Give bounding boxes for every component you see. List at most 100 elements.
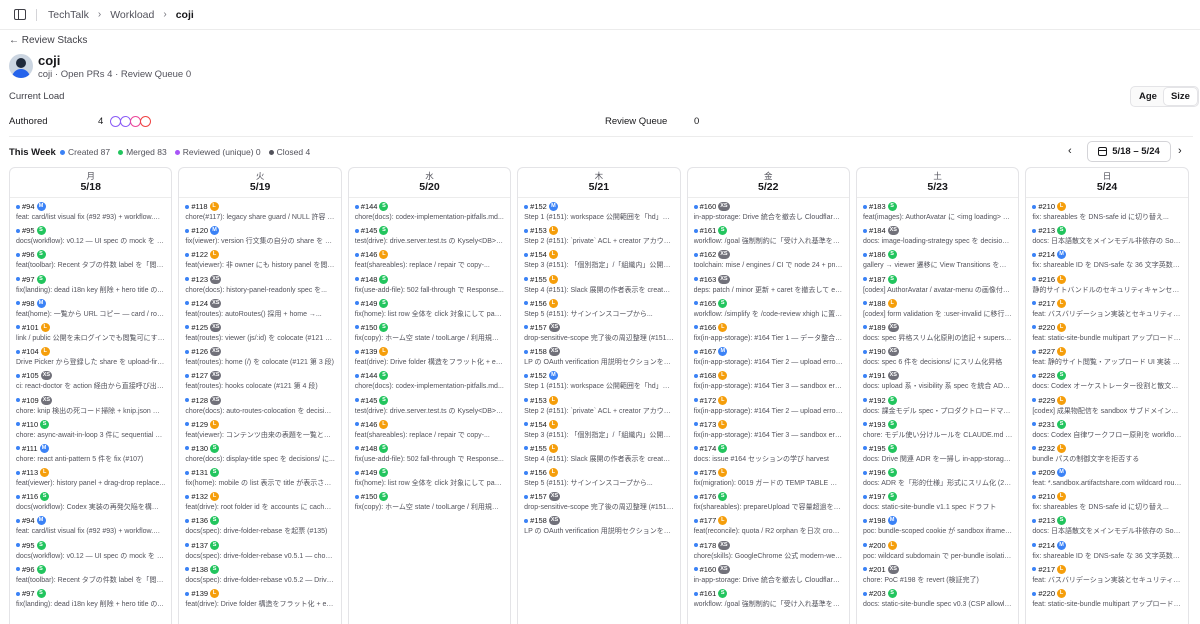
pr-number[interactable]: #178 [700, 541, 717, 550]
pr-item[interactable]: #158 XS LP の OAuth verification 用説明セクションを撤… [524, 346, 674, 370]
pr-item[interactable]: #157 XS drop-sensitive-scope 完了後の周辺整理 (#15… [524, 322, 674, 346]
pr-item[interactable]: #125 XS feat(routes): viewer (js/:id) を co… [185, 322, 335, 346]
pr-item[interactable]: #149 Sfix(home): list row 全体を click 対象にして… [354, 467, 504, 491]
sort-size-button[interactable]: Size [1163, 88, 1197, 105]
pr-number[interactable]: #144 [361, 371, 378, 380]
pr-item[interactable]: #197 Sdocs: static-site-bundle v1.1 spec … [862, 491, 1012, 515]
pr-number[interactable]: #193 [869, 420, 886, 429]
pr-item[interactable]: #162 XS toolchain: mise / engines / CI で n… [693, 249, 843, 273]
pr-number[interactable]: #95 [22, 541, 35, 550]
pr-item[interactable]: #122 Lfeat(viewer): 非 owner にも history pa… [185, 249, 335, 273]
pr-item[interactable]: #157 XS drop-sensitive-scope 完了後の周辺整理 (#15… [524, 491, 674, 515]
pr-number[interactable]: #217 [1038, 565, 1055, 574]
pr-item[interactable]: #165 Sworkflow: /simplify を /code-review … [693, 298, 843, 322]
pr-item[interactable]: #214 Mfix: shareable ID を DNS-safe な 36 文… [1032, 249, 1182, 273]
pr-number[interactable]: #101 [22, 323, 39, 332]
pr-number[interactable]: #174 [700, 444, 717, 453]
pr-number[interactable]: #153 [530, 396, 547, 405]
pr-item[interactable]: #97 Sfix(landing): dead i18n key 削除 + her… [16, 274, 165, 298]
pr-number[interactable]: #154 [530, 250, 547, 259]
pr-item[interactable]: #184 XS docs: image-loading-strategy spec … [862, 225, 1012, 249]
pr-number[interactable]: #192 [869, 396, 886, 405]
pr-number[interactable]: #152 [530, 371, 547, 380]
pr-number[interactable]: #137 [191, 541, 208, 550]
pr-item[interactable]: #116 Sdocs(workflow): Codex 実装の再発欠陥を構造化..… [16, 491, 165, 515]
pr-item[interactable]: #190 XS docs: spec 6 件を decisions/ にスリム化昇格 [862, 346, 1012, 370]
pr-item[interactable]: #161Sworkflow: /goal 強制制約に「受け入れ基準を書き換... [693, 588, 843, 612]
pr-item[interactable]: #192Sdocs: 課金モデル spec・プロダクトロードマップ・... [862, 395, 1012, 419]
breadcrumb-techtalk[interactable]: TechTalk [48, 9, 89, 21]
pr-item[interactable]: #127 XS feat(routes): hooks colocate (#121… [185, 370, 334, 394]
pr-number[interactable]: #176 [700, 492, 717, 501]
pr-number[interactable]: #95 [22, 226, 35, 235]
pr-number[interactable]: #203 [869, 589, 886, 598]
pr-number[interactable]: #190 [869, 347, 886, 356]
pr-item[interactable]: #173 Lfix(in-app-storage): #164 Tier 3 — … [693, 419, 843, 443]
pr-item[interactable]: #109 XS chore: knip 検出の死コード掃除 + knip.json … [16, 395, 165, 419]
pr-item[interactable]: #201 XS chore: PoC #198 を revert (検証完了) [862, 564, 1012, 588]
pr-number[interactable]: #94 [22, 516, 35, 525]
pr-number[interactable]: #128 [191, 396, 208, 405]
pr-item[interactable]: #155 L Step 4 (#151): Slack 展開の作者表示を creat… [524, 274, 674, 298]
pr-number[interactable]: #188 [869, 299, 886, 308]
pr-item[interactable]: #149 Sfix(home): list row 全体を click 対象にして… [354, 298, 504, 322]
pr-number[interactable]: #146 [361, 420, 378, 429]
pr-number[interactable]: #227 [1038, 347, 1055, 356]
pr-number[interactable]: #116 [22, 492, 38, 501]
pr-number[interactable]: #177 [700, 516, 717, 525]
pr-item[interactable]: #139 Lfeat(drive): Drive folder 構造をフラット化 … [354, 346, 504, 370]
sidebar-toggle-icon[interactable] [14, 9, 26, 20]
pr-number[interactable]: #156 [530, 299, 547, 308]
pr-number[interactable]: #150 [361, 492, 378, 501]
pr-number[interactable]: #197 [869, 492, 886, 501]
pr-item[interactable]: #110 Schore: async-await-in-loop 3 件に seq… [16, 419, 165, 443]
pr-item[interactable]: #220 Lfeat: static-site-bundle multipart … [1032, 588, 1182, 612]
pr-number[interactable]: #186 [869, 250, 886, 259]
pr-number[interactable]: #98 [22, 299, 35, 308]
pr-item[interactable]: #111 Mchore: react anti-pattern 5 件を fix … [16, 443, 165, 467]
pr-item[interactable]: #150 Sfix(copy): ホーム空 state / toolLarge /… [354, 491, 504, 515]
pr-number[interactable]: #228 [1038, 371, 1055, 380]
pr-status-circle[interactable] [140, 116, 151, 127]
pr-number[interactable]: #144 [361, 202, 378, 211]
pr-number[interactable]: #229 [1038, 396, 1055, 405]
pr-item[interactable]: #156 L Step 5 (#151): サインインスコープから... [524, 298, 673, 322]
pr-item[interactable]: #188 L [codex] form validation を :user-inv… [862, 298, 1012, 322]
pr-number[interactable]: #220 [1038, 589, 1055, 598]
pr-item[interactable]: #227 Lfeat: 静的サイト閲覧・アップロード UI 実装 (#208) [1032, 346, 1182, 370]
chevron-right-icon[interactable]: › [1178, 145, 1182, 157]
pr-item[interactable]: #101 Llink / public 公開を未ログインでも閲覧可にする +... [16, 322, 165, 346]
pr-number[interactable]: #189 [869, 323, 886, 332]
pr-item[interactable]: #175 Lfix(migration): 0019 ガードの TEMP TABL… [693, 467, 843, 491]
pr-number[interactable]: #195 [869, 444, 886, 453]
pr-item[interactable]: #213 Sdocs: 日本語散文をメインモデル非依存の Sonnet ... [1032, 515, 1182, 539]
pr-number[interactable]: #158 [530, 347, 547, 356]
pr-item[interactable]: #160 XS in-app-storage: Drive 統合を撤去し Cloud… [693, 564, 843, 588]
pr-number[interactable]: #154 [530, 420, 547, 429]
pr-number[interactable]: #217 [1038, 299, 1055, 308]
pr-number[interactable]: #220 [1038, 323, 1055, 332]
pr-number[interactable]: #124 [191, 299, 208, 308]
pr-item[interactable]: #220 Lfeat: static-site-bundle multipart … [1032, 322, 1182, 346]
pr-item[interactable]: #155 L Step 4 (#151): Slack 展開の作者表示を creat… [524, 443, 674, 467]
pr-item[interactable]: #128 XS chore(docs): auto-routes-colocatio… [185, 395, 335, 419]
pr-item[interactable]: #203 Sdocs: static-site-bundle spec v0.3 … [862, 588, 1012, 612]
pr-item[interactable]: #177 Lfeat(reconcile): quota / R2 orphan … [693, 515, 843, 539]
pr-number[interactable]: #162 [700, 250, 717, 259]
pr-number[interactable]: #113 [22, 468, 38, 477]
pr-number[interactable]: #183 [869, 202, 886, 211]
pr-item[interactable]: #196 Sdocs: ADR を「形的仕様」形式にスリム化 (2024仕... [862, 467, 1012, 491]
pr-item[interactable]: #187 S [codex] AuthorAvatar / avatar-menu … [862, 274, 1012, 298]
pr-item[interactable]: #152 M Step 1 (#151): workspace 公開範囲を「hd」ベ… [524, 201, 674, 225]
pr-number[interactable]: #149 [361, 299, 378, 308]
pr-number[interactable]: #210 [1038, 492, 1055, 501]
pr-number[interactable]: #152 [530, 202, 547, 211]
pr-number[interactable]: #149 [361, 468, 378, 477]
pr-item[interactable]: #145 Stest(drive): drive.server.test.ts の… [354, 225, 504, 249]
pr-item[interactable]: #166 Lfix(in-app-storage): #164 Tier 1 — … [693, 322, 843, 346]
pr-item[interactable]: #96 Sfeat(toolbar): Recent タブの件数 label を「… [16, 564, 165, 588]
pr-number[interactable]: #196 [869, 468, 886, 477]
pr-item[interactable]: #174 Sdocs: issue #164 セッションの学び harvest [693, 443, 843, 467]
pr-number[interactable]: #132 [191, 492, 208, 501]
pr-number[interactable]: #214 [1038, 250, 1055, 259]
